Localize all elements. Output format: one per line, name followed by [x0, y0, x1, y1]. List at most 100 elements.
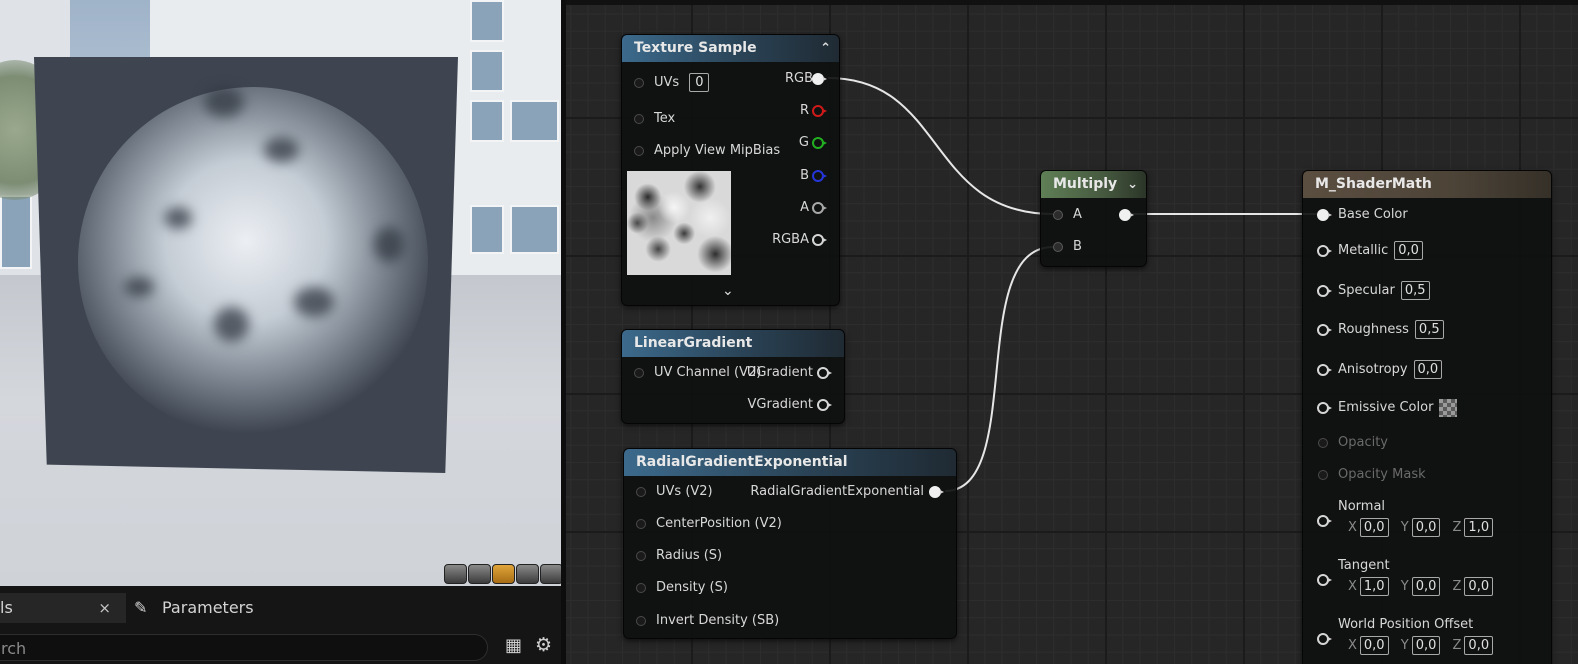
- pin-input-icon[interactable]: [1053, 210, 1063, 220]
- cylinder-preview-button[interactable]: [444, 564, 467, 584]
- pin-output-icon[interactable]: [812, 234, 827, 246]
- node-header[interactable]: LinearGradient: [622, 330, 844, 357]
- building-window: [470, 50, 504, 92]
- pin-output-icon[interactable]: [812, 202, 827, 214]
- pin-out-rgba: RGBA: [772, 230, 809, 250]
- uvs-value-field[interactable]: 0: [689, 73, 710, 92]
- pin-input-icon[interactable]: [1317, 324, 1332, 336]
- noise-spot: [164, 207, 192, 229]
- search-input[interactable]: rch: [0, 634, 488, 661]
- tangent-z-field[interactable]: 0,0: [1464, 577, 1494, 596]
- pin-input-icon[interactable]: [1317, 402, 1332, 414]
- cube-preview-button[interactable]: [516, 564, 539, 584]
- pin-input-icon[interactable]: [1317, 574, 1332, 586]
- pin-output-icon[interactable]: [812, 105, 827, 117]
- pin-output-icon[interactable]: [817, 367, 832, 379]
- material-graph-canvas[interactable]: Texture Sample ⌃ UVs 0 Tex Apply View Mi…: [566, 0, 1578, 664]
- chevron-down-icon[interactable]: ⌄: [1127, 171, 1138, 198]
- node-radial-gradient-exponential[interactable]: RadialGradientExponential UVs (V2) Cente…: [623, 448, 957, 639]
- pin-input-icon[interactable]: [634, 114, 644, 124]
- pin-row-uv-channel: UV Channel (V2): [634, 363, 761, 383]
- pin-label: R: [799, 103, 809, 118]
- pin-label: A: [1073, 207, 1082, 222]
- pin-row-wpo-label: World Position Offset: [1338, 615, 1473, 635]
- pin-input-icon[interactable]: [636, 616, 646, 626]
- close-icon[interactable]: ×: [98, 593, 111, 623]
- pin-output-icon[interactable]: [812, 73, 827, 85]
- pin-label: UVs: [654, 75, 680, 90]
- pin-input-icon[interactable]: [1317, 245, 1332, 257]
- pin-out-r: R: [800, 101, 809, 121]
- table-icon[interactable]: ▦: [505, 636, 525, 656]
- pin-input-icon[interactable]: [636, 519, 646, 529]
- pin-input-icon[interactable]: [636, 551, 646, 561]
- pin-input-icon[interactable]: [1317, 515, 1332, 527]
- pin-label: Specular: [1338, 283, 1395, 298]
- node-header[interactable]: Texture Sample ⌃: [622, 35, 839, 62]
- wire-radial-to-multiply-b: [944, 246, 1054, 492]
- pin-input-icon[interactable]: [1317, 285, 1332, 297]
- sphere-preview-button[interactable]: [468, 564, 491, 584]
- wpo-y-field[interactable]: 0,0: [1411, 636, 1441, 655]
- tangent-x-field[interactable]: 1,0: [1359, 577, 1389, 596]
- tab-parameters[interactable]: ✎ Parameters: [134, 593, 334, 623]
- pin-output-icon[interactable]: [929, 486, 944, 498]
- pin-out-a: A: [800, 198, 809, 218]
- pin-label: A: [800, 200, 809, 215]
- node-linear-gradient[interactable]: LinearGradient UV Channel (V2) UGradient…: [621, 329, 845, 424]
- pin-label: Radius (S): [656, 548, 723, 563]
- node-texture-sample[interactable]: Texture Sample ⌃ UVs 0 Tex Apply View Mi…: [621, 34, 840, 306]
- pin-output-icon[interactable]: [812, 137, 827, 149]
- pin-input-icon[interactable]: [1317, 209, 1332, 221]
- tab-details[interactable]: ls ×: [0, 593, 126, 623]
- pin-output-icon[interactable]: [1119, 209, 1134, 221]
- axis-label: Y: [1400, 579, 1409, 594]
- pin-label: CenterPosition (V2): [656, 516, 782, 531]
- pin-output-icon[interactable]: [817, 399, 832, 411]
- node-multiply[interactable]: Multiply ⌄ A B: [1040, 170, 1147, 267]
- axis-label: Z: [1452, 520, 1462, 535]
- normal-x-field[interactable]: 0,0: [1359, 518, 1389, 537]
- pin-input-icon[interactable]: [1053, 242, 1063, 252]
- material-preview-viewport[interactable]: [0, 0, 561, 586]
- pin-label: RadialGradientExponential: [750, 484, 924, 499]
- pin-label: Opacity Mask: [1338, 467, 1426, 482]
- pin-input-icon[interactable]: [636, 583, 646, 593]
- pin-input-icon[interactable]: [1317, 364, 1332, 376]
- emissive-color-swatch[interactable]: [1439, 398, 1458, 417]
- roughness-value-field[interactable]: 0,5: [1414, 320, 1444, 339]
- mesh-preview-button[interactable]: [540, 564, 561, 584]
- node-header[interactable]: RadialGradientExponential: [624, 449, 956, 476]
- pin-input-icon: [1318, 438, 1328, 448]
- node-material-result[interactable]: M_ShaderMath Base Color Metallic 0,0 Spec…: [1302, 170, 1552, 664]
- pin-row-b: B: [1053, 237, 1082, 257]
- pin-row-base-color: Base Color: [1338, 205, 1408, 225]
- pin-output-icon[interactable]: [812, 170, 827, 182]
- pin-row-anisotropy: Anisotropy 0,0: [1338, 360, 1443, 380]
- wpo-z-field[interactable]: 0,0: [1464, 636, 1494, 655]
- pin-input-icon[interactable]: [634, 368, 644, 378]
- pin-row-uvs: UVs 0: [634, 73, 710, 93]
- pin-input-icon[interactable]: [634, 78, 644, 88]
- metallic-value-field[interactable]: 0,0: [1394, 241, 1423, 260]
- chevron-up-icon[interactable]: ⌃: [820, 35, 831, 62]
- pin-input-icon[interactable]: [636, 487, 646, 497]
- noise-spot: [204, 87, 244, 117]
- node-header[interactable]: M_ShaderMath: [1303, 171, 1551, 198]
- pin-row-a: A: [1053, 205, 1082, 225]
- pin-row-opacity: Opacity: [1338, 433, 1388, 453]
- pin-row-metallic: Metallic 0,0: [1338, 241, 1423, 261]
- plane-preview-button[interactable]: [492, 564, 515, 584]
- pin-input-icon[interactable]: [1317, 633, 1332, 645]
- chevron-down-icon[interactable]: ⌄: [722, 283, 734, 299]
- normal-z-field[interactable]: 1,0: [1464, 518, 1494, 537]
- wpo-x-field[interactable]: 0,0: [1359, 636, 1389, 655]
- specular-value-field[interactable]: 0,5: [1400, 281, 1430, 300]
- node-header[interactable]: Multiply ⌄: [1041, 171, 1146, 198]
- pin-input-icon[interactable]: [634, 146, 644, 156]
- anisotropy-value-field[interactable]: 0,0: [1413, 360, 1443, 379]
- gear-icon[interactable]: ⚙: [535, 635, 555, 655]
- normal-y-field[interactable]: 0,0: [1411, 518, 1441, 537]
- tangent-y-field[interactable]: 0,0: [1411, 577, 1441, 596]
- noise-spot: [294, 287, 334, 317]
